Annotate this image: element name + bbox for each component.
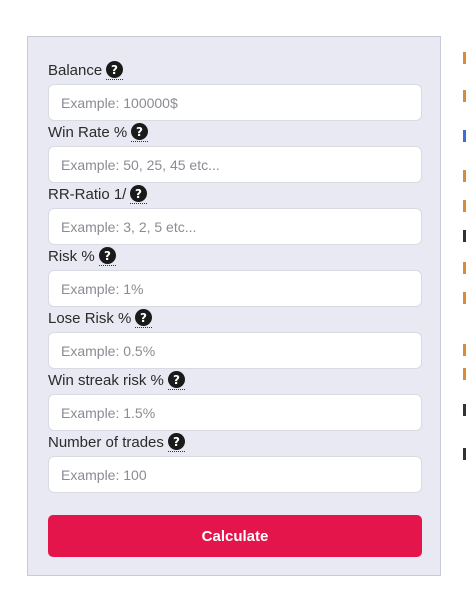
svg-text:?: ? — [173, 435, 180, 449]
calculator-form-panel: Balance ? Win Rate % ? RR-Ratio 1/ ? — [27, 36, 441, 576]
svg-text:?: ? — [135, 187, 142, 201]
rr-ratio-help-icon[interactable]: ? — [130, 184, 148, 204]
svg-text:?: ? — [111, 63, 118, 77]
number-of-trades-label: Number of trades — [48, 433, 164, 451]
clipped-side-content — [463, 0, 469, 599]
svg-text:?: ? — [136, 125, 143, 139]
risk-field-group: Risk % ? — [48, 245, 422, 307]
svg-text:?: ? — [104, 249, 111, 263]
win-rate-label: Win Rate % — [48, 123, 128, 141]
win-rate-field-group: Win Rate % ? — [48, 121, 422, 183]
rr-ratio-label-row: RR-Ratio 1/ ? — [48, 183, 422, 205]
clipped-text-fragment — [463, 90, 466, 102]
risk-help-icon[interactable]: ? — [98, 246, 116, 266]
clipped-text-fragment — [463, 404, 466, 416]
svg-text:?: ? — [173, 373, 180, 387]
page: Balance ? Win Rate % ? RR-Ratio 1/ ? — [0, 0, 469, 599]
balance-label-row: Balance ? — [48, 59, 422, 81]
clipped-text-fragment — [463, 230, 466, 242]
rr-ratio-label: RR-Ratio 1/ — [48, 185, 127, 203]
number-of-trades-label-row: Number of trades ? — [48, 431, 422, 453]
win-streak-risk-label-row: Win streak risk % ? — [48, 369, 422, 391]
clipped-text-fragment — [463, 344, 466, 356]
lose-risk-help-icon[interactable]: ? — [135, 308, 153, 328]
number-of-trades-field-group: Number of trades ? — [48, 431, 422, 493]
risk-label: Risk % — [48, 247, 95, 265]
lose-risk-label-row: Lose Risk % ? — [48, 307, 422, 329]
balance-input[interactable] — [48, 84, 422, 121]
clipped-text-fragment — [463, 368, 466, 380]
clipped-text-fragment — [463, 292, 466, 304]
number-of-trades-help-icon[interactable]: ? — [167, 432, 185, 452]
risk-input[interactable] — [48, 270, 422, 307]
clipped-text-fragment — [463, 52, 466, 64]
win-rate-input[interactable] — [48, 146, 422, 183]
balance-field-group: Balance ? — [48, 59, 422, 121]
clipped-text-fragment — [463, 262, 466, 274]
clipped-text-fragment — [463, 170, 466, 182]
win-streak-risk-help-icon[interactable]: ? — [167, 370, 185, 390]
number-of-trades-input[interactable] — [48, 456, 422, 493]
clipped-link-fragment — [463, 130, 466, 142]
balance-help-icon[interactable]: ? — [106, 60, 124, 80]
calculate-button[interactable]: Calculate — [48, 515, 422, 557]
clipped-text-fragment — [463, 200, 466, 212]
lose-risk-label: Lose Risk % — [48, 309, 132, 327]
lose-risk-input[interactable] — [48, 332, 422, 369]
clipped-text-fragment — [463, 448, 466, 460]
balance-label: Balance — [48, 61, 103, 79]
svg-text:?: ? — [140, 311, 147, 325]
win-rate-help-icon[interactable]: ? — [131, 122, 149, 142]
rr-ratio-field-group: RR-Ratio 1/ ? — [48, 183, 422, 245]
win-streak-risk-field-group: Win streak risk % ? — [48, 369, 422, 431]
win-rate-label-row: Win Rate % ? — [48, 121, 422, 143]
risk-label-row: Risk % ? — [48, 245, 422, 267]
win-streak-risk-input[interactable] — [48, 394, 422, 431]
win-streak-risk-label: Win streak risk % — [48, 371, 164, 389]
lose-risk-field-group: Lose Risk % ? — [48, 307, 422, 369]
rr-ratio-input[interactable] — [48, 208, 422, 245]
